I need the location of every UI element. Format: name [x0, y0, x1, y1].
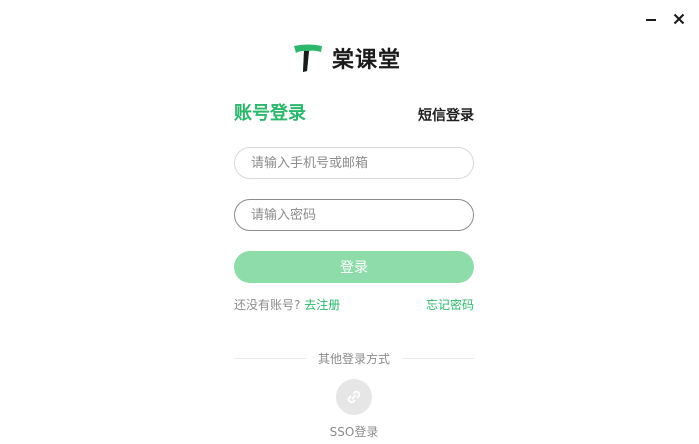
divider-line-right: [402, 357, 475, 359]
close-icon: [673, 13, 685, 25]
brand-logo-icon: [294, 44, 322, 72]
close-button[interactable]: [670, 10, 688, 28]
login-window: 棠课堂 账号登录 短信登录 登录 还没有账号? 去注册 忘记密码 其他登录方式 …: [0, 0, 699, 444]
minimize-button[interactable]: [642, 10, 660, 28]
other-login-divider: 其他登录方式: [234, 350, 475, 366]
tab-sms-login[interactable]: 短信登录: [418, 106, 474, 126]
password-input[interactable]: [234, 199, 474, 231]
account-input[interactable]: [234, 147, 474, 179]
brand-logo: 棠课堂: [292, 42, 401, 74]
forgot-password-link[interactable]: 忘记密码: [426, 297, 474, 313]
no-account-text: 还没有账号?: [234, 298, 301, 312]
sso-login-label: SSO登录: [329, 425, 379, 439]
register-link[interactable]: 去注册: [304, 298, 340, 312]
login-button[interactable]: 登录: [234, 251, 474, 283]
brand-name: 棠课堂: [332, 48, 402, 73]
other-login-title: 其他登录方式: [318, 351, 391, 366]
sso-login-button[interactable]: [336, 379, 372, 415]
link-icon: [347, 390, 361, 404]
tab-account-login[interactable]: 账号登录: [234, 102, 306, 126]
divider-line-left: [234, 357, 306, 359]
register-row: 还没有账号? 去注册: [234, 297, 340, 313]
minimize-icon: [646, 19, 656, 21]
